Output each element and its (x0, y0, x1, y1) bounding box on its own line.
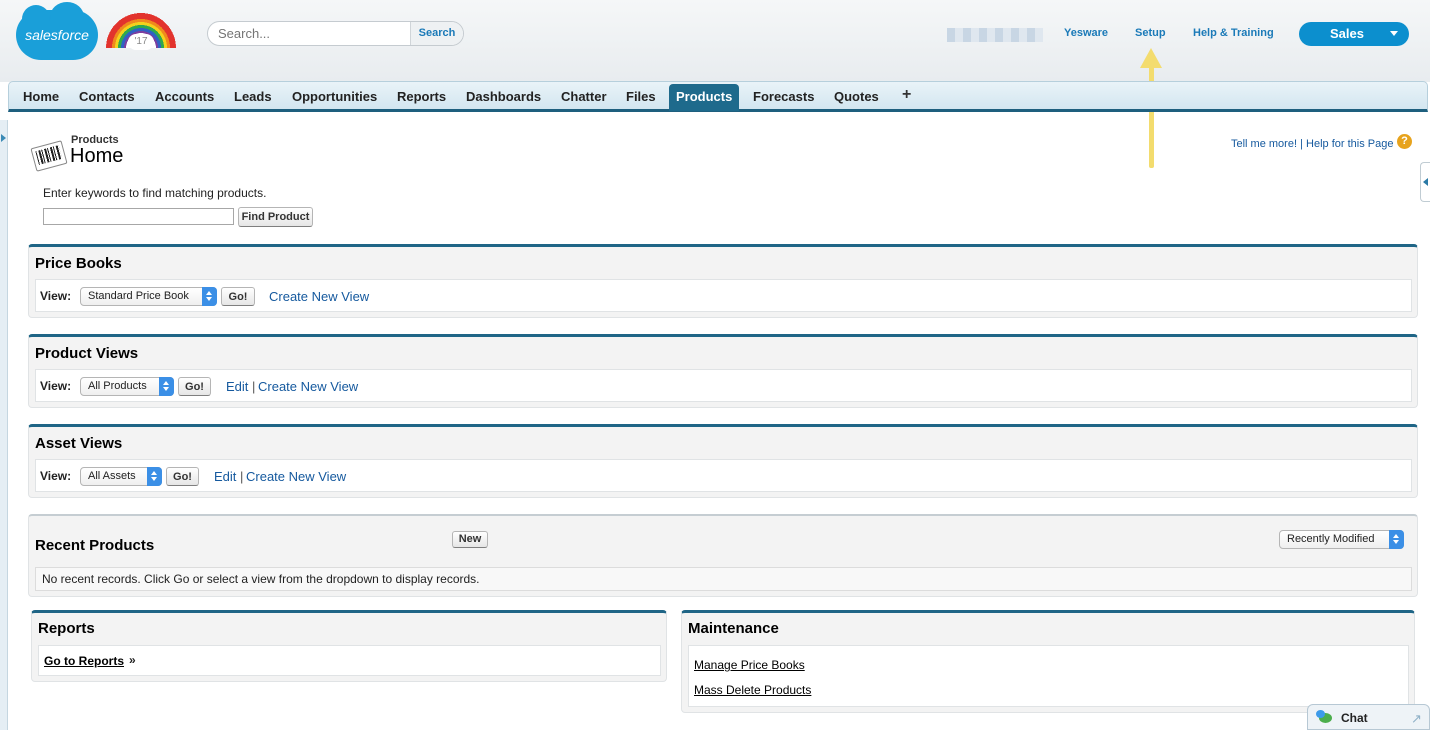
select-arrows-icon (159, 377, 174, 396)
right-panel-toggle[interactable] (1420, 162, 1430, 202)
recent-products-panel: Recent Products New Recently Modified No… (28, 514, 1418, 597)
link-separator: | (240, 469, 244, 484)
tab-leads[interactable]: Leads (227, 86, 279, 111)
product-keyword-input[interactable] (43, 208, 234, 225)
price-books-panel: Price Books View: Standard Price Book Go… (28, 244, 1418, 318)
asset-views-panel: Asset Views View: All Assets Go! Edit | … (28, 424, 1418, 498)
select-value: Recently Modified (1287, 533, 1375, 545)
help-link-separator: | (1300, 138, 1303, 150)
go-button[interactable]: Go! (221, 287, 255, 306)
recent-sort-select[interactable]: Recently Modified (1279, 530, 1404, 549)
maintenance-title: Maintenance (688, 620, 779, 637)
expand-arrow-icon[interactable]: ↗ (1411, 711, 1422, 727)
new-product-button[interactable]: New (452, 531, 488, 548)
go-button[interactable]: Go! (166, 467, 199, 486)
edit-view-link[interactable]: Edit (214, 469, 236, 484)
manage-price-books-link[interactable]: Manage Price Books (694, 658, 805, 672)
view-label: View: (40, 289, 72, 303)
yesware-link[interactable]: Yesware (1064, 27, 1108, 39)
arrow-shaft (1149, 60, 1154, 168)
asset-views-view-bar: View: All Assets Go! Edit | Create New V… (35, 459, 1412, 492)
find-product-button[interactable]: Find Product (238, 207, 313, 227)
app-switcher-label: Sales (1330, 26, 1364, 41)
reports-link-box: Go to Reports » (38, 645, 661, 676)
price-books-title: Price Books (35, 255, 122, 272)
app-switcher-menu[interactable]: Sales (1299, 22, 1409, 46)
tab-contacts[interactable]: Contacts (72, 86, 142, 111)
maintenance-link-box: Manage Price Books Mass Delete Products (688, 645, 1409, 707)
tab-quotes[interactable]: Quotes (827, 86, 886, 111)
mass-delete-products-link[interactable]: Mass Delete Products (694, 683, 811, 697)
edit-view-link[interactable]: Edit (226, 379, 248, 394)
tab-products[interactable]: Products (669, 84, 740, 111)
search-input[interactable] (208, 22, 410, 45)
product-views-title: Product Views (35, 345, 139, 362)
create-new-view-link[interactable]: Create New View (258, 379, 358, 394)
tab-opportunities[interactable]: Opportunities (285, 86, 384, 111)
help-for-page-link[interactable]: Help for this Page (1306, 138, 1393, 150)
help-training-link[interactable]: Help & Training (1193, 27, 1274, 39)
go-to-reports-link[interactable]: Go to Reports (44, 654, 124, 668)
recent-products-title: Recent Products (35, 537, 155, 554)
tab-reports[interactable]: Reports (390, 86, 453, 111)
global-header: salesforce '17 Search Yesware Setup Help… (0, 0, 1430, 82)
asset-view-select[interactable]: All Assets (80, 467, 162, 486)
create-new-view-link[interactable]: Create New View (269, 289, 369, 304)
select-arrows-icon (202, 287, 217, 306)
chat-widget[interactable]: Chat ↗ (1307, 704, 1430, 730)
select-value: All Assets (88, 470, 136, 482)
chevron-right-icon: » (129, 653, 136, 667)
select-value: Standard Price Book (88, 290, 189, 302)
tab-dashboards[interactable]: Dashboards (459, 86, 548, 111)
search-button[interactable]: Search (410, 22, 463, 45)
tab-chatter[interactable]: Chatter (554, 86, 614, 111)
view-label: View: (40, 379, 72, 393)
products-barcode-icon (30, 140, 68, 172)
add-tab-plus-icon[interactable]: + (902, 86, 911, 104)
chat-bubble-secondary-icon (1316, 710, 1325, 718)
product-view-select[interactable]: All Products (80, 377, 174, 396)
tab-accounts[interactable]: Accounts (148, 86, 221, 111)
price-book-view-select[interactable]: Standard Price Book (80, 287, 217, 306)
product-views-panel: Product Views View: All Products Go! Edi… (28, 334, 1418, 408)
create-new-view-link[interactable]: Create New View (246, 469, 346, 484)
go-button[interactable]: Go! (178, 377, 211, 396)
select-arrows-icon (1389, 530, 1404, 549)
salesforce-logo[interactable]: salesforce (16, 2, 98, 60)
main-tab-bar: Home Contacts Accounts Leads Opportuniti… (8, 81, 1428, 112)
asset-views-title: Asset Views (35, 435, 123, 452)
maintenance-panel: Maintenance Manage Price Books Mass Dele… (681, 610, 1415, 713)
user-name-redacted[interactable] (947, 28, 1043, 42)
page-title: Home (70, 145, 124, 167)
select-arrows-icon (147, 467, 162, 486)
anniversary-badge: '17 (128, 34, 154, 50)
select-value: All Products (88, 380, 147, 392)
global-search: Search (207, 21, 464, 46)
tab-home[interactable]: Home (16, 86, 66, 111)
setup-link[interactable]: Setup (1135, 27, 1166, 39)
empty-records-message: No recent records. Click Go or select a … (35, 567, 1412, 591)
reports-title: Reports (38, 620, 95, 637)
link-separator: | (252, 379, 256, 394)
help-links: Tell me more! | Help for this Page (1231, 138, 1393, 150)
product-views-view-bar: View: All Products Go! Edit | Create New… (35, 369, 1412, 402)
reports-panel: Reports Go to Reports » (31, 610, 667, 682)
tell-me-more-link[interactable]: Tell me more! (1231, 138, 1297, 150)
view-label: View: (40, 469, 72, 483)
tab-forecasts[interactable]: Forecasts (746, 86, 821, 111)
chevron-down-icon (1390, 31, 1398, 36)
price-books-view-bar: View: Standard Price Book Go! Create New… (35, 279, 1412, 312)
collapse-arrow-icon (1423, 178, 1428, 186)
tab-files[interactable]: Files (619, 86, 663, 111)
help-question-icon[interactable]: ? (1397, 134, 1412, 149)
keyword-prompt: Enter keywords to find matching products… (43, 186, 267, 200)
sidebar-toggle-handle[interactable] (0, 120, 8, 730)
expand-arrow-icon (1, 134, 6, 142)
chat-label: Chat (1341, 711, 1368, 725)
